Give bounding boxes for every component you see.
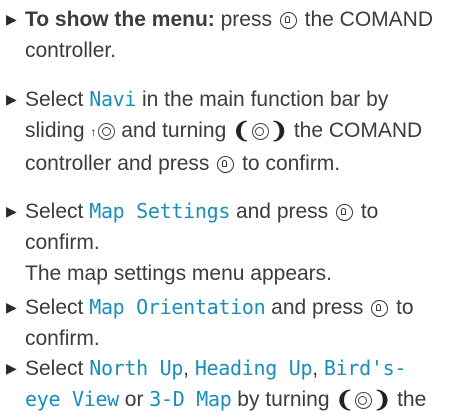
bullet-arrow-icon: ▶	[6, 203, 17, 219]
turn-right-icon: ❩	[372, 387, 392, 412]
controller-ring-icon	[98, 123, 116, 140]
step-text: ,	[312, 357, 324, 380]
step-text: and turning	[115, 119, 233, 142]
step-text: sliding	[25, 119, 91, 142]
instruction-step-4: ▶ Select Map Orientation and press to co…	[6, 292, 458, 354]
step-text: or	[118, 388, 150, 411]
press-controller-icon	[279, 12, 297, 29]
display-term: eye View	[25, 387, 119, 411]
step-text: confirm.	[25, 231, 100, 254]
instruction-step-3: ▶ Select Map Settings and press to confi…	[6, 196, 458, 289]
turn-controller-icon	[251, 123, 269, 140]
manual-page: ▶ To show the menu: press the COMAND con…	[0, 0, 464, 414]
slide-up-icon: ↑	[90, 125, 97, 139]
display-term: 3-D Map	[149, 387, 232, 411]
press-controller-icon	[217, 156, 235, 173]
instruction-step-5: ▶ Select North Up, Heading Up, Bird's- e…	[6, 353, 458, 414]
turn-left-icon: ❨	[335, 387, 354, 412]
bullet-arrow-icon: ▶	[6, 299, 17, 315]
step-text: and press	[230, 200, 335, 223]
instruction-step-1: ▶ To show the menu: press the COMAND con…	[6, 4, 458, 66]
step-text: to	[390, 296, 414, 319]
step-text: press	[214, 8, 278, 31]
bullet-arrow-icon: ▶	[6, 11, 17, 27]
display-term: Map Orientation	[89, 295, 266, 319]
bullet-arrow-icon: ▶	[6, 91, 17, 107]
step-text: controller.	[25, 39, 117, 62]
step-lead: To show the menu:	[25, 8, 215, 31]
step-result-text: The map settings menu appears.	[25, 262, 333, 285]
turn-left-icon: ❨	[232, 118, 251, 143]
step-text: to confirm.	[236, 152, 341, 175]
step-text: controller and press	[25, 152, 216, 175]
display-term: Bird's-	[323, 356, 407, 380]
step-text: to	[355, 200, 379, 223]
step-text: Select	[25, 357, 90, 380]
display-term: Heading Up	[194, 356, 313, 380]
step-text: the COMAND	[298, 8, 434, 31]
display-term: Map Settings	[89, 199, 231, 223]
instruction-step-2: ▶ Select Navi in the main function bar b…	[6, 84, 458, 179]
display-term: Navi	[89, 87, 137, 111]
press-controller-icon	[336, 204, 354, 221]
bullet-arrow-icon: ▶	[6, 360, 17, 376]
step-text: the	[391, 388, 427, 411]
step-text: by turning	[231, 388, 336, 411]
step-text: Select	[25, 200, 90, 223]
press-controller-icon	[371, 300, 389, 317]
step-text: Select	[25, 296, 90, 319]
step-text: confirm.	[25, 327, 100, 350]
turn-controller-icon	[354, 392, 372, 409]
turn-right-icon: ❩	[269, 118, 289, 143]
step-text: in the main function bar by	[136, 88, 389, 111]
step-text: ,	[183, 357, 195, 380]
step-text: and press	[265, 296, 370, 319]
step-text: Select	[25, 88, 90, 111]
step-text: the COMAND	[288, 119, 423, 142]
display-term: North Up	[89, 356, 184, 380]
